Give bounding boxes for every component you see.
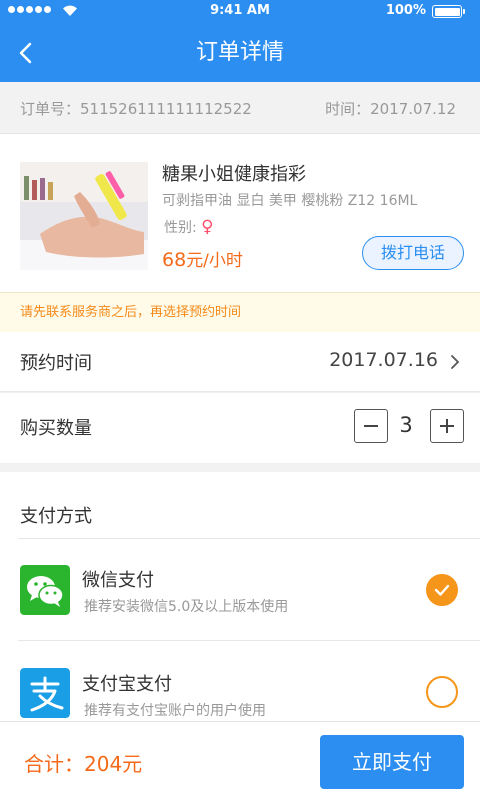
battery-icon bbox=[432, 5, 465, 18]
alipay-icon bbox=[20, 668, 70, 718]
product-spec: 可剥指甲油 显白 美甲 樱桃粉 Z12 16ML bbox=[162, 193, 418, 209]
alipay-radio[interactable] bbox=[426, 676, 458, 708]
total-amount: 合计：204元 bbox=[24, 752, 143, 776]
contact-notice: 请先联系服务商之后，再选择预约时间 bbox=[0, 292, 480, 332]
battery-percentage: 100% bbox=[385, 3, 426, 18]
top-navigation-bar: 9:41 AM 100% 订单详情 bbox=[0, 0, 480, 82]
product-gender: 性别: ♀ bbox=[164, 217, 214, 237]
pay-now-button[interactable]: 立即支付 bbox=[320, 735, 464, 789]
product-title: 糖果小姐健康指彩 bbox=[162, 164, 306, 185]
status-bar: 9:41 AM 100% bbox=[0, 0, 480, 22]
order-info-bar: 订单号：511526111111112522 时间：2017.07.12 bbox=[0, 82, 480, 134]
minus-icon bbox=[364, 425, 378, 427]
decrease-button[interactable] bbox=[354, 409, 388, 443]
checkmark-icon bbox=[434, 584, 450, 596]
price-value: 68 bbox=[162, 249, 187, 271]
call-button[interactable]: 拨打电话 bbox=[362, 236, 464, 270]
checkout-footer: 合计：204元 立即支付 bbox=[0, 721, 480, 800]
chevron-right-icon bbox=[451, 355, 460, 369]
increase-button[interactable] bbox=[430, 409, 464, 443]
payment-header: 支付方式 bbox=[20, 506, 92, 527]
appointment-value: 2017.07.16 bbox=[329, 349, 438, 371]
product-card: 糖果小姐健康指彩 可剥指甲油 显白 美甲 樱桃粉 Z12 16ML 性别: ♀ … bbox=[0, 134, 480, 292]
order-time: 时间：2017.07.12 bbox=[325, 100, 456, 118]
payment-name: 微信支付 bbox=[82, 570, 154, 591]
gender-label: 性别: bbox=[164, 220, 197, 236]
page-title: 订单详情 bbox=[195, 40, 284, 65]
payment-name: 支付宝支付 bbox=[82, 674, 172, 695]
wechat-radio[interactable] bbox=[426, 574, 458, 606]
divider bbox=[18, 640, 480, 641]
appointment-label: 预约时间 bbox=[20, 353, 92, 374]
appointment-time-row[interactable]: 预约时间 2017.07.16 bbox=[0, 332, 480, 392]
quantity-value: 3 bbox=[399, 413, 413, 437]
product-image bbox=[20, 162, 148, 270]
female-icon: ♀ bbox=[201, 217, 214, 237]
price-unit: 元/小时 bbox=[186, 251, 243, 271]
payment-desc: 推荐安装微信5.0及以上版本使用 bbox=[84, 599, 289, 615]
product-price: 68元/小时 bbox=[162, 246, 243, 271]
quantity-label: 购买数量 bbox=[20, 418, 92, 439]
payment-section: 支付方式 微信支付 推荐安装微信5.0及以上版本使用 支付宝支付 推荐有支付宝账… bbox=[0, 472, 480, 722]
quantity-row: 购买数量 3 bbox=[0, 393, 480, 463]
wechat-icon bbox=[20, 565, 70, 615]
order-number: 订单号：511526111111112522 bbox=[20, 100, 252, 118]
plus-icon bbox=[440, 419, 454, 433]
payment-desc: 推荐有支付宝账户的用户使用 bbox=[84, 703, 266, 719]
divider bbox=[18, 538, 480, 539]
